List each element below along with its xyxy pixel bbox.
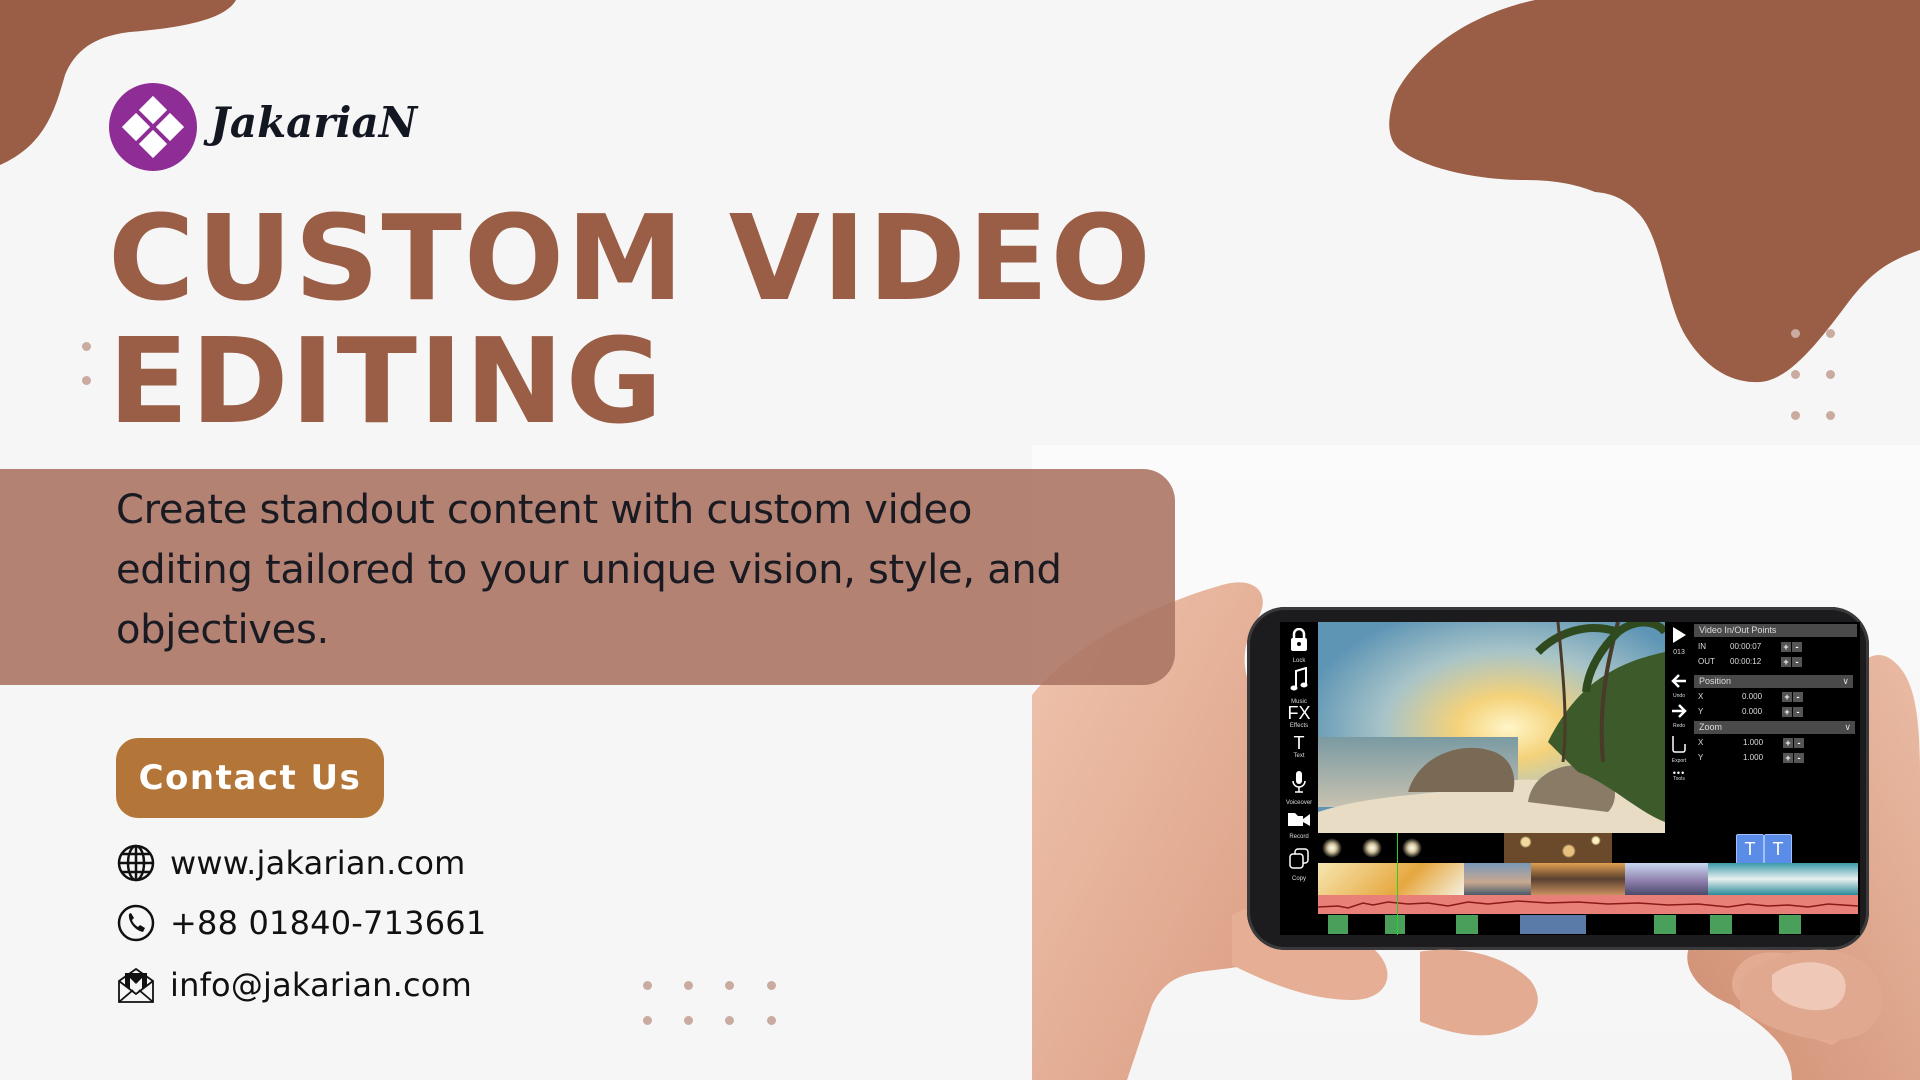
bokeh-clip[interactable] <box>1504 833 1612 863</box>
zoom-x-value: 1.000 <box>1743 738 1764 747</box>
redo-button[interactable]: Redo <box>1667 704 1691 729</box>
toolbar-effects[interactable]: FX Effects <box>1280 704 1318 729</box>
brand-name: JakariaN <box>210 98 418 147</box>
mail-icon <box>116 965 156 1005</box>
redo-arrow-icon <box>1672 704 1687 718</box>
toolbar-text[interactable]: T Text <box>1280 734 1318 759</box>
chevron-down-icon: ∨ <box>1842 676 1849 686</box>
undo-arrow-icon <box>1671 674 1686 688</box>
sparkle-clip[interactable] <box>1322 838 1342 858</box>
playhead[interactable] <box>1397 833 1398 935</box>
audio-waveform <box>1317 900 1859 909</box>
phone-icon <box>116 903 156 943</box>
music-icon <box>1290 666 1308 691</box>
position-x-minus-button[interactable]: - <box>1793 692 1803 702</box>
zoom-x-minus-button[interactable]: - <box>1794 738 1804 748</box>
contact-phone[interactable]: +88 01840-713661 <box>116 901 486 945</box>
beach-sunset-preview-image <box>1318 622 1665 833</box>
out-plus-button[interactable]: + <box>1781 657 1791 667</box>
position-y-value: 0.000 <box>1742 707 1763 716</box>
position-header[interactable]: Position ∨ <box>1694 675 1853 688</box>
zoom-y-value: 1.000 <box>1743 753 1764 762</box>
toolbar-music[interactable]: Music <box>1280 666 1318 705</box>
microphone-icon <box>1292 771 1306 793</box>
play-button[interactable]: 013 <box>1667 626 1691 656</box>
video-clip-city[interactable] <box>1625 863 1708 895</box>
zoom-x-plus-button[interactable]: + <box>1783 738 1793 748</box>
video-clip-palm[interactable] <box>1318 863 1464 895</box>
video-camera-icon <box>1288 813 1310 826</box>
page-title: CUSTOM VIDEO EDITING <box>108 197 1153 443</box>
toolbar-record[interactable]: Record <box>1280 810 1318 840</box>
phone-number[interactable]: +88 01840-713661 <box>170 904 486 942</box>
in-point-value: 00:00:07 <box>1730 642 1762 651</box>
position-x-value: 0.000 <box>1742 692 1763 701</box>
thumbs-overlay <box>1420 949 1883 1041</box>
in-plus-button[interactable]: + <box>1781 642 1791 652</box>
contact-us-button[interactable]: Contact Us <box>116 738 384 818</box>
video-clip-pier[interactable] <box>1531 863 1625 895</box>
copy-icon <box>1289 848 1309 869</box>
audio-track[interactable] <box>1317 895 1859 914</box>
position-y-minus-button[interactable]: - <box>1793 707 1803 717</box>
brand-logo <box>109 83 197 171</box>
sparkle-clip[interactable] <box>1362 838 1382 858</box>
zoom-header[interactable]: Zoom ∨ <box>1694 721 1855 734</box>
contact-website[interactable]: www.jakarian.com <box>116 841 465 885</box>
globe-icon <box>116 843 156 883</box>
decorative-blob-top-right <box>1389 0 1920 383</box>
title-line-2: EDITING <box>108 312 665 450</box>
sfx-clip[interactable] <box>1385 915 1405 934</box>
video-clip-island[interactable] <box>1708 863 1858 895</box>
in-minus-button[interactable]: - <box>1792 642 1802 652</box>
email-link[interactable]: info@jakarian.com <box>170 966 472 1004</box>
export-button[interactable]: Export <box>1667 735 1691 764</box>
zoom-y-minus-button[interactable]: - <box>1794 753 1804 763</box>
position-y-plus-button[interactable]: + <box>1782 707 1792 717</box>
toolbar-lock[interactable]: Lock <box>1280 627 1318 664</box>
out-point-value: 00:00:12 <box>1730 657 1762 666</box>
toolbar-copy[interactable]: Copy <box>1280 848 1318 882</box>
sparkle-clip[interactable] <box>1402 838 1422 858</box>
chevron-down-icon: ∨ <box>1844 722 1851 732</box>
tools-button[interactable]: ••• Tools <box>1667 769 1691 783</box>
out-minus-button[interactable]: - <box>1792 657 1802 667</box>
position-x-plus-button[interactable]: + <box>1782 692 1792 702</box>
play-icon <box>1673 627 1686 643</box>
text-clip[interactable]: T <box>1736 834 1764 864</box>
inout-header: Video In/Out Points <box>1694 624 1857 637</box>
zoom-y-plus-button[interactable]: + <box>1783 753 1793 763</box>
description-text: Create standout content with custom vide… <box>116 487 1062 653</box>
contact-email[interactable]: info@jakarian.com <box>116 963 472 1007</box>
title-line-1: CUSTOM VIDEO <box>108 189 1153 327</box>
undo-button[interactable]: Undo <box>1667 674 1691 699</box>
video-preview[interactable] <box>1318 622 1665 833</box>
fx-icon: FX <box>1287 703 1311 723</box>
video-editor-app-screen: Lock Music FX Effects T Text Voiceover R… <box>1280 622 1860 935</box>
lock-icon <box>1291 627 1307 651</box>
toolbar-voiceover[interactable]: Voiceover <box>1280 770 1318 806</box>
effects-track[interactable]: T T <box>1318 833 1858 864</box>
text-clip[interactable]: T <box>1764 834 1792 864</box>
website-link[interactable]: www.jakarian.com <box>170 844 465 882</box>
sfx-clip[interactable] <box>1328 915 1348 934</box>
diamond-logo-icon <box>121 95 185 159</box>
video-clip-sunset-sea[interactable] <box>1464 863 1531 895</box>
video-track[interactable] <box>1318 863 1858 895</box>
export-icon <box>1672 736 1686 753</box>
text-icon: T <box>1293 733 1305 753</box>
